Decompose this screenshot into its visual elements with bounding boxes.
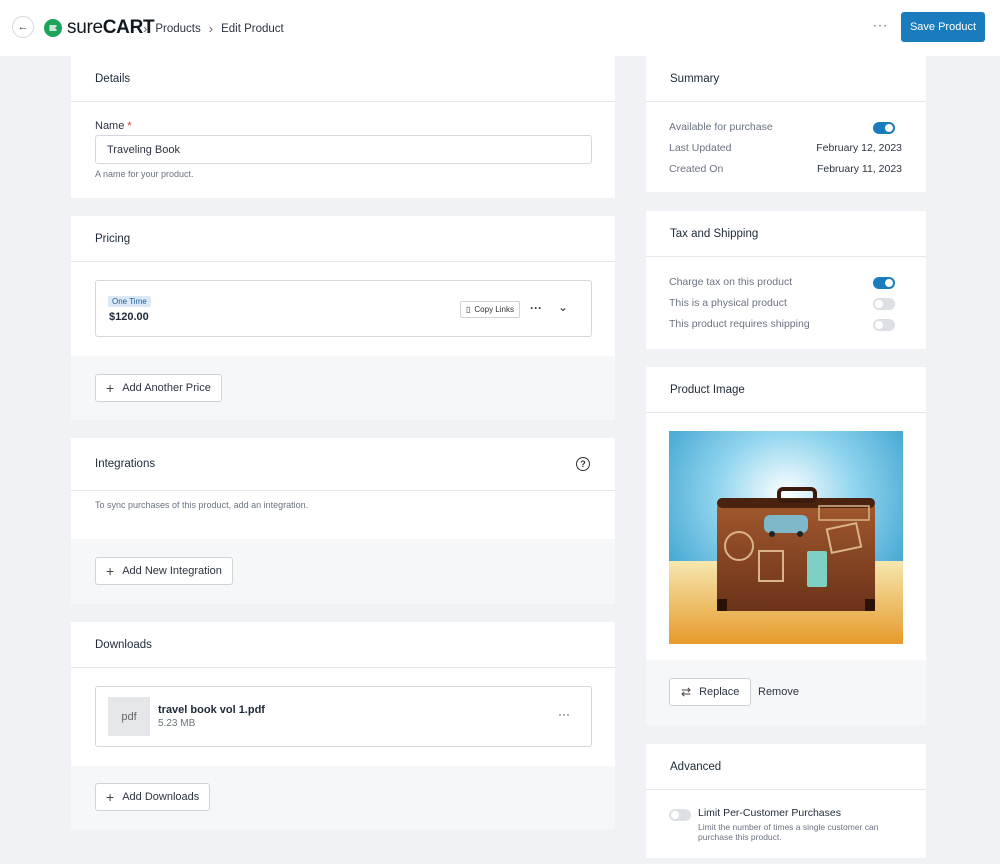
- clipboard-icon: ▯: [466, 305, 471, 314]
- back-button[interactable]: ←: [12, 16, 34, 38]
- advanced-card: Advanced Limit Per-Customer Purchases Li…: [646, 744, 926, 858]
- top-bar: ← sureCART › Products › Edit Product ···…: [0, 0, 1000, 56]
- file-name: travel book vol 1.pdf: [158, 704, 265, 716]
- charge-tax-toggle[interactable]: [873, 277, 895, 289]
- details-card: Details Name * Traveling Book A name for…: [71, 56, 615, 198]
- copy-links-label: Copy Links: [474, 305, 514, 314]
- chevron-right-icon: ›: [208, 21, 214, 36]
- name-input[interactable]: Traveling Book: [95, 135, 592, 164]
- name-label: Name *: [95, 120, 132, 132]
- physical-product-label: This is a physical product: [669, 297, 787, 309]
- add-another-price-button[interactable]: + Add Another Price: [95, 374, 222, 402]
- integrations-card: Integrations ? To sync purchases of this…: [71, 438, 615, 604]
- more-options-button[interactable]: ···: [873, 18, 888, 32]
- pricing-title: Pricing: [71, 216, 615, 262]
- pricing-card: Pricing One Time $120.00 ▯ Copy Links ··…: [71, 216, 615, 420]
- product-image-card: Product Image ⇄ Replace Remove: [646, 367, 926, 725]
- product-image: [669, 431, 903, 644]
- remove-image-button[interactable]: Remove: [758, 686, 799, 698]
- add-downloads-button[interactable]: + Add Downloads: [95, 783, 211, 811]
- price-amount: $120.00: [109, 311, 149, 323]
- summary-title: Summary: [646, 56, 926, 102]
- refresh-icon: ⇄: [681, 685, 692, 699]
- replace-label: Replace: [699, 686, 740, 698]
- price-more-button[interactable]: ···: [530, 301, 542, 315]
- add-new-integration-button[interactable]: + Add New Integration: [95, 557, 233, 585]
- last-updated-label: Last Updated: [669, 142, 732, 154]
- charge-tax-label: Charge tax on this product: [669, 276, 793, 288]
- available-toggle[interactable]: [873, 122, 895, 134]
- limit-purchases-label: Limit Per-Customer Purchases: [698, 807, 841, 819]
- file-type-thumbnail: pdf: [108, 697, 150, 736]
- breadcrumb-products[interactable]: Products: [155, 23, 200, 35]
- surecart-logo: sureCART: [44, 17, 155, 39]
- breadcrumb-edit-product: Edit Product: [221, 22, 284, 35]
- chevron-right-icon: ›: [143, 21, 148, 36]
- integrations-title: Integrations: [95, 458, 156, 470]
- details-title: Details: [71, 56, 615, 102]
- advanced-title: Advanced: [646, 744, 926, 790]
- product-image-footer: ⇄ Replace Remove: [646, 660, 926, 725]
- downloads-card: Downloads pdf travel book vol 1.pdf 5.23…: [71, 622, 615, 829]
- integrations-header: Integrations: [71, 438, 615, 491]
- breadcrumb: › Products › Edit Product: [143, 21, 284, 36]
- logo-text: sureCART: [67, 17, 155, 38]
- name-input-value: Traveling Book: [107, 143, 180, 156]
- created-label: Created On: [669, 163, 724, 175]
- requires-shipping-label: This product requires shipping: [669, 318, 810, 330]
- help-circle-icon[interactable]: ?: [576, 457, 590, 471]
- name-help-text: A name for your product.: [95, 169, 194, 179]
- suitcase-illustration: [669, 431, 903, 644]
- integrations-footer: + Add New Integration: [71, 539, 615, 604]
- logo-mark-icon: [44, 19, 62, 37]
- downloads-title: Downloads: [71, 622, 615, 668]
- limit-purchases-help: Limit the number of times a single custo…: [698, 822, 879, 842]
- summary-card: Summary Available for purchase Last Upda…: [646, 56, 926, 192]
- plus-icon: +: [106, 789, 115, 805]
- tax-shipping-title: Tax and Shipping: [646, 211, 926, 257]
- add-downloads-label: Add Downloads: [122, 791, 200, 803]
- requires-shipping-toggle[interactable]: [873, 319, 895, 331]
- add-new-integration-label: Add New Integration: [122, 565, 222, 577]
- product-image-title: Product Image: [646, 367, 926, 413]
- download-file-row[interactable]: pdf travel book vol 1.pdf 5.23 MB ···: [95, 686, 592, 747]
- add-another-price-label: Add Another Price: [122, 382, 211, 394]
- file-more-button[interactable]: ···: [558, 707, 570, 721]
- chevron-down-icon[interactable]: ⌄: [558, 300, 568, 314]
- tax-shipping-card: Tax and Shipping Charge tax on this prod…: [646, 211, 926, 349]
- replace-image-button[interactable]: ⇄ Replace: [669, 678, 752, 706]
- plus-icon: +: [106, 380, 115, 396]
- file-size: 5.23 MB: [158, 718, 196, 729]
- copy-links-button[interactable]: ▯ Copy Links: [460, 301, 520, 318]
- created-value: February 11, 2023: [816, 163, 902, 175]
- pricing-footer: + Add Another Price: [71, 356, 615, 420]
- save-product-button[interactable]: Save Product: [901, 12, 985, 42]
- limit-purchases-toggle[interactable]: [669, 809, 691, 821]
- last-updated-value: February 12, 2023: [816, 142, 902, 154]
- arrow-left-icon: ←: [17, 21, 29, 33]
- downloads-footer: + Add Downloads: [71, 766, 615, 829]
- integrations-help-text: To sync purchases of this product, add a…: [95, 500, 309, 510]
- price-row[interactable]: One Time $120.00 ▯ Copy Links ··· ⌄: [95, 280, 592, 337]
- available-label: Available for purchase: [669, 121, 773, 133]
- physical-product-toggle[interactable]: [873, 298, 895, 310]
- plus-icon: +: [106, 563, 115, 579]
- price-type-badge: One Time: [108, 296, 151, 307]
